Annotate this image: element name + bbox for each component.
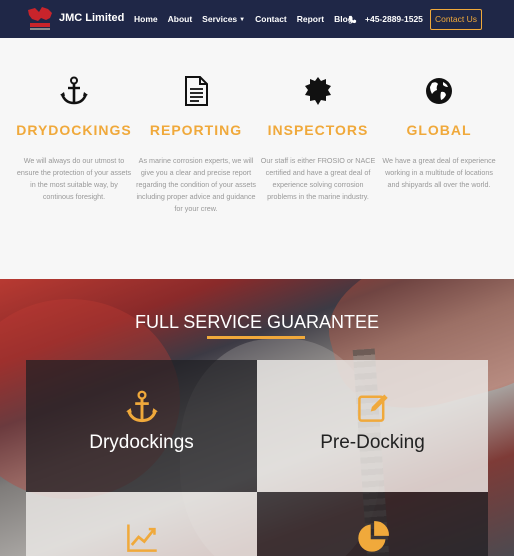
phone-icon [348, 15, 357, 23]
nav-home[interactable]: Home [134, 14, 158, 24]
features-section: DRYDOCKINGS We will always do our utmost… [0, 38, 514, 279]
nav-report[interactable]: Report [297, 14, 324, 24]
feature-text: We will always do our utmost to ensure t… [16, 156, 132, 201]
service-card-analysis[interactable] [257, 492, 488, 556]
caret-down-icon: ▼ [239, 16, 246, 23]
edit-icon [357, 394, 388, 422]
section-title: FULL SERVICE GUARANTEE [134, 312, 380, 332]
full-service-section: FULL SERVICE GUARANTEE Drydockings Pre-D… [0, 279, 514, 556]
phone-number: +45-2889-1525 [365, 14, 423, 24]
globe-icon [426, 78, 452, 104]
anchor-icon [60, 76, 88, 105]
nav-services[interactable]: Services ▼ [202, 14, 245, 24]
service-card-growth[interactable] [26, 492, 257, 556]
badge-icon [305, 77, 331, 105]
line-chart-icon [126, 524, 157, 552]
feature-text: Our staff is either FROSIO or NACE certi… [260, 156, 376, 201]
feature-text: We have a great deal of experience worki… [382, 156, 496, 189]
service-card-drydockings[interactable]: Drydockings [26, 360, 257, 492]
main-nav: Home About Services ▼ Contact Report Blog [134, 14, 363, 24]
service-label: Drydockings [89, 432, 194, 453]
phone-link[interactable]: +45-2889-1525 [348, 14, 423, 24]
service-label: Pre-Docking [320, 432, 425, 453]
pie-chart-icon [357, 521, 389, 552]
navbar: JMC Limited Home About Services ▼ Contact… [0, 0, 514, 38]
service-card-pre-docking[interactable]: Pre-Docking [257, 360, 488, 492]
title-underline [207, 336, 305, 339]
jmc-logo[interactable] [26, 6, 54, 32]
feature-text: As marine corrosion experts, we will giv… [136, 156, 256, 213]
document-icon [185, 76, 208, 106]
feature-title: GLOBAL [406, 122, 472, 138]
nav-services-label: Services [202, 14, 238, 24]
brand-name[interactable]: JMC Limited [59, 12, 124, 24]
nav-contact[interactable]: Contact [255, 14, 287, 24]
nav-about[interactable]: About [168, 14, 193, 24]
contact-us-button[interactable]: Contact Us [430, 9, 482, 30]
anchor-icon [125, 390, 158, 423]
